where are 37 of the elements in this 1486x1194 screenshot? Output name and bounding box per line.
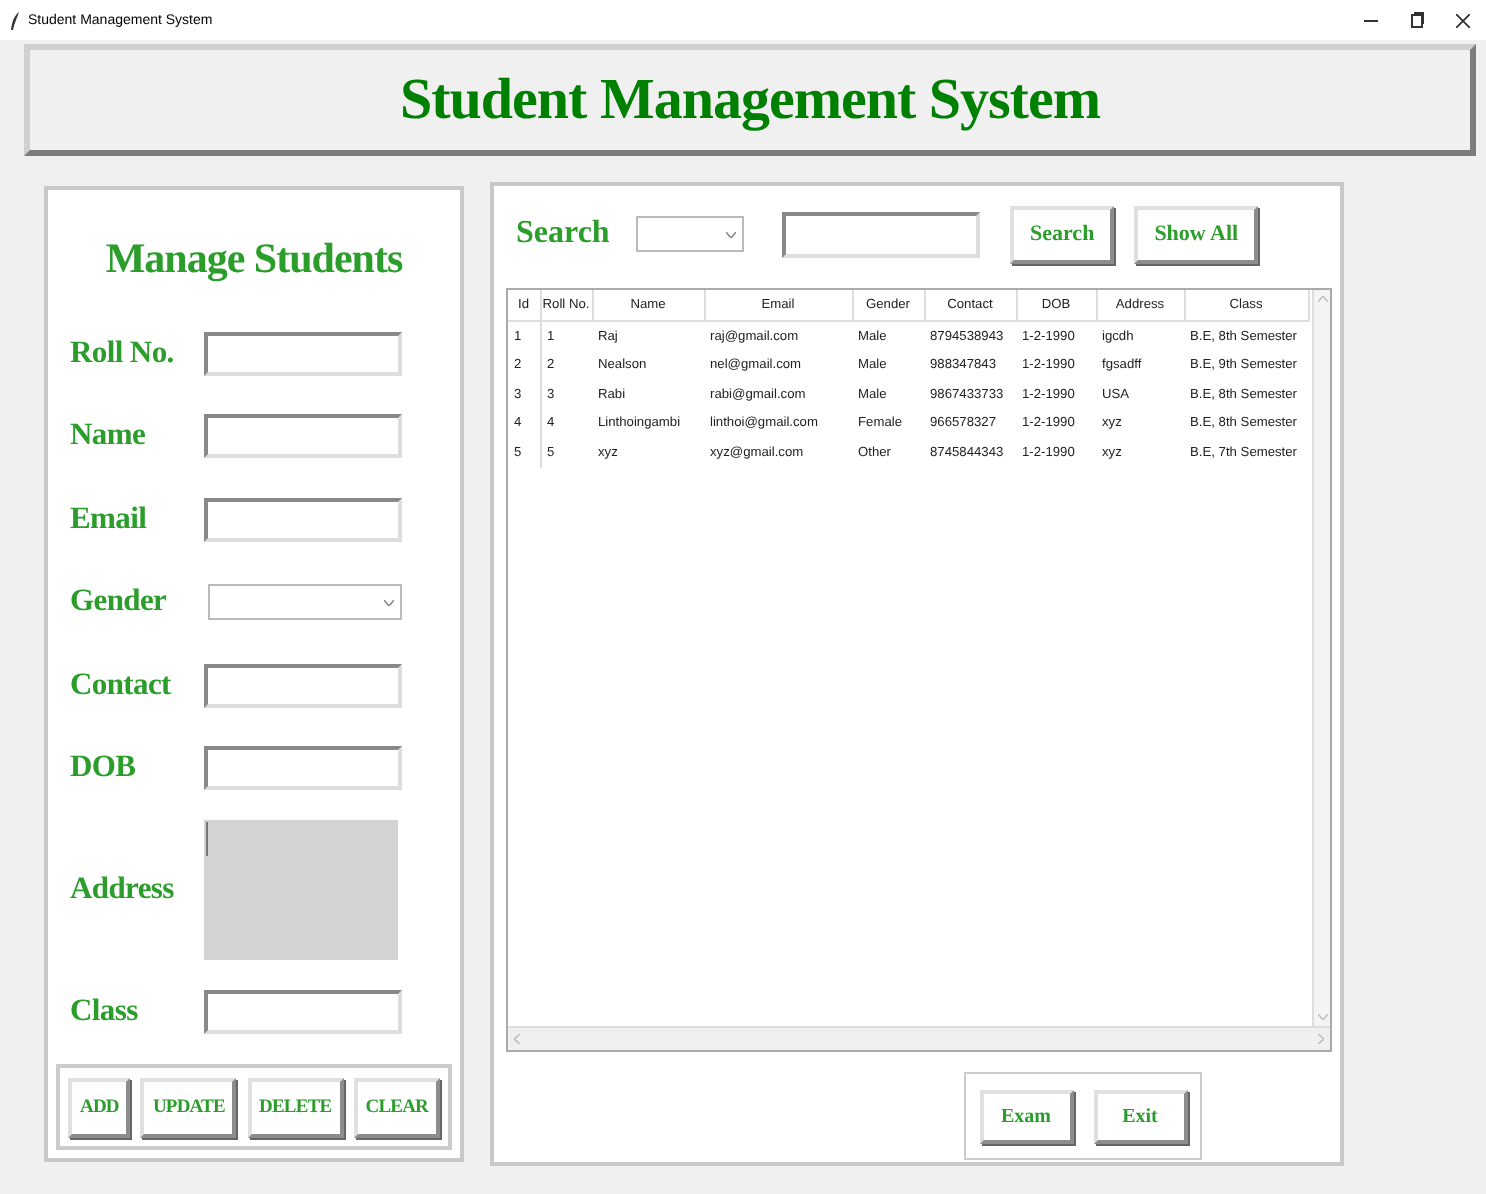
text-field[interactable] — [204, 414, 402, 459]
field-label: DOB — [70, 750, 138, 787]
action-button[interactable]: UPDATE — [140, 1077, 237, 1137]
field-label: Contact — [70, 667, 173, 704]
footer-button[interactable]: Exam — [979, 1089, 1073, 1143]
text-field[interactable] — [204, 663, 402, 708]
scroll-down-icon[interactable] — [1317, 1014, 1327, 1020]
text-field[interactable] — [204, 746, 402, 791]
action-button[interactable]: CLEAR — [353, 1077, 440, 1137]
search-button[interactable]: Search — [1010, 205, 1115, 263]
panel-title: Manage Students — [103, 234, 405, 284]
vertical-scrollbar[interactable] — [1312, 290, 1330, 1026]
close-icon[interactable] — [1456, 13, 1470, 27]
search-field[interactable] — [782, 211, 980, 257]
footer-button[interactable]: Exit — [1093, 1089, 1187, 1143]
restore-icon[interactable] — [1410, 12, 1424, 28]
app-title: Student Management System — [400, 67, 1100, 133]
text-field[interactable] — [204, 497, 402, 542]
caret-icon — [726, 231, 736, 237]
search-button[interactable]: Show All — [1134, 205, 1259, 263]
minimize-icon[interactable] — [1364, 19, 1378, 21]
field-label: Name — [70, 418, 148, 455]
field-label: Gender — [70, 584, 169, 621]
caret-icon — [384, 599, 394, 606]
dropdown[interactable] — [208, 584, 402, 621]
field-label: Email — [70, 501, 149, 538]
search-label: Search — [516, 216, 612, 252]
action-button[interactable]: ADD — [68, 1077, 131, 1137]
scroll-up-icon[interactable] — [1317, 296, 1327, 302]
feather-icon — [10, 11, 20, 29]
action-button[interactable]: DELETE — [247, 1077, 344, 1137]
field-label: Roll No. — [70, 335, 176, 372]
text-field[interactable] — [204, 331, 402, 376]
text-field[interactable] — [204, 989, 402, 1034]
field-label: Address — [70, 872, 176, 908]
search-by-dropdown[interactable] — [636, 216, 744, 252]
field-label: Class — [70, 993, 140, 1030]
